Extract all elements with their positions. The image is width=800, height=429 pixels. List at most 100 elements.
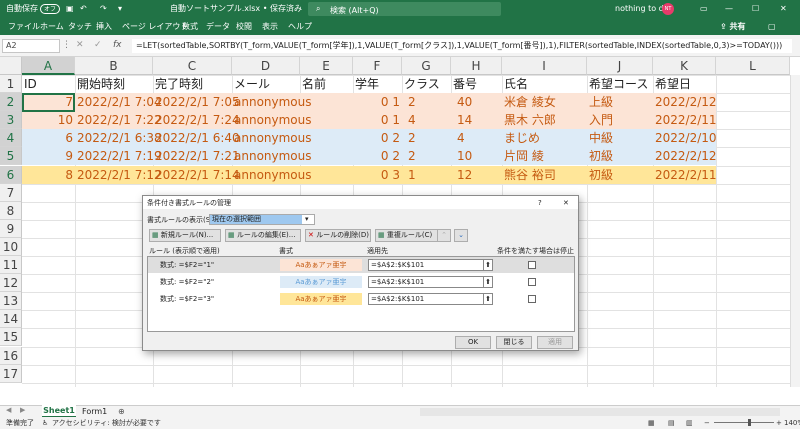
row-header-17[interactable]: 17 [0,364,22,383]
header-cell-full-name[interactable]: 氏名 [502,75,587,93]
cell-grade[interactable]: 0 1 [353,111,402,129]
name-box[interactable]: A2 [2,39,60,53]
header-cell-course[interactable]: 希望コース [587,75,653,93]
cell-number[interactable]: 40 [455,93,506,111]
next-sheet-icon[interactable]: ▶ [20,406,25,414]
range-select-icon[interactable]: ⬆ [483,293,493,305]
cell-course[interactable]: 入門 [587,111,653,129]
applies-to-input[interactable]: =$A$2:$K$101 [368,276,490,288]
tab-insert[interactable]: 挿入 [96,18,112,35]
cell-class[interactable]: 2 [406,93,455,111]
edit-rule-button[interactable]: ▦ ルールの編集(E)... [225,229,301,242]
tab-home[interactable]: ホーム [40,18,64,35]
header-cell-grade[interactable]: 学年 [353,75,402,93]
column-header-d[interactable]: D [232,57,300,75]
close-button[interactable]: 閉じる [496,336,532,349]
formula-input[interactable]: =LET(sortedTable,SORTBY(T_form,VALUE(T_f… [132,39,792,53]
autosave-toggle[interactable]: オフ [40,4,60,14]
cell-name[interactable] [300,129,353,147]
cell-id[interactable]: 6 [22,129,75,147]
chevron-down-icon[interactable]: ▾ [118,0,122,18]
zoom-slider-thumb[interactable] [748,419,751,426]
header-cell-number[interactable]: 番号 [451,75,502,93]
cell-number[interactable]: 12 [455,166,506,184]
row-header-2[interactable]: 2 [0,93,22,112]
zoom-in-icon[interactable]: + [776,417,782,429]
cell-grade[interactable]: 0 1 [353,93,402,111]
header-cell-email[interactable]: メール [232,75,300,93]
header-cell-id[interactable]: ID [22,75,75,93]
cell-grade[interactable]: 0 3 [353,166,402,184]
row-header-4[interactable]: 4 [0,129,22,148]
cell-email[interactable]: annonymous [232,93,312,111]
column-header-c[interactable]: C [153,57,232,75]
zoom-level[interactable]: 140% [784,417,800,429]
cell-end-time[interactable]: 2022/2/1 6:40 [153,129,240,147]
cell-course[interactable]: 中級 [587,129,653,147]
cell-course[interactable]: 初級 [587,147,653,165]
cell-full-name[interactable]: まじめ [502,129,587,147]
row-header-13[interactable]: 13 [0,292,22,311]
maximize-icon[interactable]: ☐ [752,0,759,18]
enter-icon[interactable]: ✓ [94,40,102,50]
save-icon[interactable]: ▣ [66,0,74,18]
sheet-tab-form1[interactable]: Form1 [82,406,107,417]
cell-end-time[interactable]: 2022/2/1 7:24 [153,111,240,129]
row-header-6[interactable]: 6 [0,165,22,184]
cell-email[interactable]: annonymous [232,129,312,147]
cell-full-name[interactable]: 片岡 綾 [502,147,587,165]
page-break-view-icon[interactable]: ▥ [686,417,693,429]
cell-date[interactable]: 2022/2/12 [653,93,717,111]
row-header-12[interactable]: 12 [0,274,22,293]
range-select-icon[interactable]: ⬆ [483,276,493,288]
cell-date[interactable]: 2022/2/11 [653,166,717,184]
duplicate-rule-button[interactable]: ▦ 重複ルール(C) [375,229,439,242]
row-header-7[interactable]: 7 [0,183,22,202]
tab-page-layout[interactable]: ページ レイアウト [122,18,188,35]
comments-icon[interactable]: ▢ [768,18,776,35]
horizontal-scrollbar[interactable] [420,408,780,416]
cell-name[interactable] [300,111,353,129]
prev-sheet-icon[interactable]: ◀ [6,406,11,414]
move-down-button[interactable]: ⌄ [454,229,468,242]
cell-end-time[interactable]: 2022/2/1 7:05 [153,93,240,111]
cell-grade[interactable]: 0 2 [353,129,402,147]
select-all-corner[interactable] [0,57,22,75]
cell-start-time[interactable]: 2022/2/1 6:38 [75,129,162,147]
cell-email[interactable]: annonymous [232,166,312,184]
column-header-b[interactable]: B [75,57,153,75]
column-header-h[interactable]: H [451,57,502,75]
applies-to-input[interactable]: =$A$2:$K$101 [368,259,490,271]
tab-review[interactable]: 校閲 [236,18,252,35]
row-header-9[interactable]: 9 [0,219,22,238]
ribbon-display-icon[interactable]: ▭ [700,0,708,18]
stop-if-true-checkbox[interactable] [528,261,536,269]
stop-if-true-checkbox[interactable] [528,295,536,303]
row-header-16[interactable]: 16 [0,346,22,365]
rule-row[interactable]: 数式: =$F2="2" Aaあぁアァ亜宇 =$A$2:$K$101 ⬆ [148,274,574,290]
cell-full-name[interactable]: 米倉 綾女 [502,93,587,111]
stop-if-true-checkbox[interactable] [528,278,536,286]
tab-data[interactable]: データ [206,18,230,35]
header-cell-start-time[interactable]: 開始時刻 [75,75,153,93]
cell-name[interactable] [300,147,353,165]
row-header-3[interactable]: 3 [0,111,22,130]
range-select-icon[interactable]: ⬆ [483,259,493,271]
column-header-l[interactable]: L [716,57,790,75]
rule-row[interactable]: 数式: =$F2="1" Aaあぁアァ亜宇 =$A$2:$K$101 ⬆ [148,257,574,273]
cell-date[interactable]: 2022/2/11 [653,111,717,129]
cancel-icon[interactable]: ✕ [76,40,84,50]
cell-full-name[interactable]: 黒木 六郎 [502,111,587,129]
cell-number[interactable]: 10 [455,147,506,165]
cell-id[interactable]: 8 [22,166,75,184]
column-header-j[interactable]: J [587,57,653,75]
avatar[interactable]: NT [662,3,674,15]
rules-list[interactable]: 数式: =$F2="1" Aaあぁアァ亜宇 =$A$2:$K$101 ⬆ 数式: =$F… [147,256,575,332]
share-button[interactable]: ⇪ 共有 [720,18,746,35]
redo-icon[interactable]: ↷ [100,0,107,18]
help-icon[interactable]: ? [538,198,542,208]
zoom-slider[interactable] [714,422,774,423]
cell-start-time[interactable]: 2022/2/1 7:12 [75,166,162,184]
column-header-k[interactable]: K [653,57,716,75]
close-icon[interactable]: ✕ [780,0,787,18]
